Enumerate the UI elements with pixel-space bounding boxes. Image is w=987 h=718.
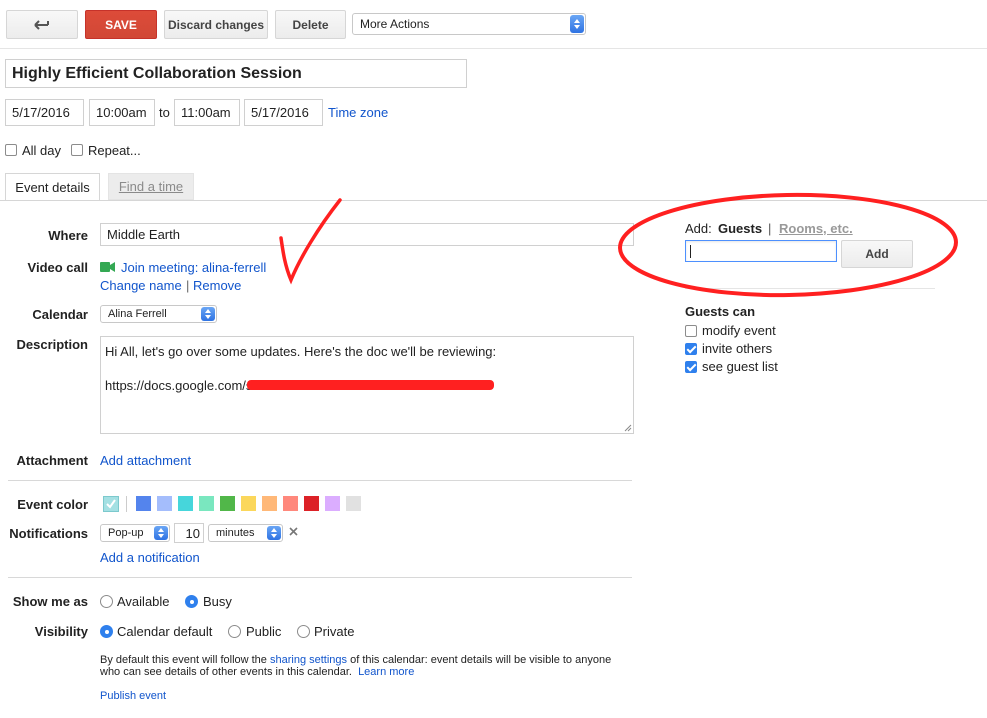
private-radio[interactable] [297, 625, 310, 638]
where-label: Where [48, 228, 88, 243]
color-swatch-8[interactable] [283, 496, 298, 511]
all-day-label: All day [22, 143, 62, 158]
show-me-as-label: Show me as [12, 594, 88, 609]
notifications-label: Notifications [9, 526, 88, 541]
busy-label: Busy [203, 594, 232, 609]
tab-find-a-time[interactable]: Find a time [108, 173, 194, 200]
public-label: Public [246, 624, 282, 639]
link-separator: | [186, 278, 190, 293]
rooms-tab[interactable]: Rooms, etc. [779, 221, 853, 236]
notification-value-input[interactable]: 10 [174, 523, 204, 543]
modify-event-checkbox[interactable] [685, 325, 697, 337]
description-line-2: https://docs.google.com/s [105, 378, 253, 393]
guests-can-label: Guests can [685, 304, 756, 319]
modify-event-label: modify event [702, 323, 776, 338]
tab-divider [0, 200, 987, 201]
back-arrow-icon [34, 19, 49, 30]
attachment-label: Attachment [16, 453, 88, 468]
change-name-link[interactable]: Change name [100, 278, 182, 293]
end-time-input[interactable]: 11:00am [174, 99, 240, 126]
description-line-1: Hi All, let's go over some updates. Here… [105, 344, 497, 359]
visibility-note-line-2: who can see details of other events in t… [100, 666, 415, 678]
remove-video-link[interactable]: Remove [193, 278, 241, 293]
color-swatch-9[interactable] [304, 496, 319, 511]
public-radio[interactable] [228, 625, 241, 638]
where-input[interactable]: Middle Earth [100, 223, 634, 246]
notification-type-select[interactable]: Pop-up [100, 524, 170, 542]
guest-input-cursor [690, 245, 691, 258]
add-guests-label: Add: [685, 221, 712, 236]
see-guest-list-checkbox[interactable] [685, 361, 697, 373]
redaction-scribble [247, 380, 494, 390]
description-label: Description [16, 337, 88, 352]
event-title-input[interactable]: Highly Efficient Collaboration Session [5, 59, 467, 88]
available-label: Available [117, 594, 170, 609]
select-arrows-icon [154, 526, 168, 540]
visibility-note: By default this event will follow the sh… [100, 654, 612, 666]
color-swatch-6[interactable] [241, 496, 256, 511]
invite-others-checkbox[interactable] [685, 343, 697, 355]
private-label: Private [314, 624, 355, 639]
select-arrows-icon [267, 526, 281, 540]
color-swatch-5[interactable] [220, 496, 235, 511]
start-time-input[interactable]: 10:00am [89, 99, 155, 126]
color-swatch-1[interactable] [136, 496, 151, 511]
video-camera-icon [100, 262, 115, 272]
color-swatch-7[interactable] [262, 496, 277, 511]
more-actions-select[interactable]: More Actions [352, 13, 586, 35]
checkmark-icon [106, 499, 116, 509]
time-zone-link[interactable]: Time zone [328, 105, 388, 120]
add-attachment-link[interactable]: Add attachment [100, 453, 191, 468]
discard-changes-button[interactable]: Discard changes [164, 10, 268, 39]
calendar-select[interactable]: Alina Ferrell [100, 305, 217, 323]
section-divider-2 [8, 577, 632, 578]
event-color-label: Event color [17, 497, 88, 512]
busy-radio[interactable] [185, 595, 198, 608]
section-divider-1 [8, 480, 632, 481]
guests-tab[interactable]: Guests [718, 221, 762, 236]
notification-unit-select[interactable]: minutes [208, 524, 283, 542]
learn-more-link[interactable]: Learn more [358, 666, 414, 678]
color-swatch-4[interactable] [199, 496, 214, 511]
add-notification-link[interactable]: Add a notification [100, 550, 200, 565]
select-arrows-icon [201, 307, 215, 321]
more-actions-label: More Actions [360, 17, 430, 31]
start-date-input[interactable]: 5/17/2016 [5, 99, 84, 126]
publish-event-link[interactable]: Publish event [100, 690, 166, 702]
calendar-label: Calendar [32, 307, 88, 322]
visibility-label: Visibility [34, 624, 88, 639]
select-arrows-icon [570, 15, 584, 33]
calendar-default-label: Calendar default [117, 624, 213, 639]
all-day-checkbox[interactable] [5, 144, 17, 156]
resize-handle-icon[interactable] [624, 424, 632, 432]
close-icon[interactable] [289, 527, 298, 536]
color-swatch-10[interactable] [325, 496, 340, 511]
add-guest-button[interactable]: Add [841, 240, 913, 268]
repeat-label: Repeat... [88, 143, 141, 158]
save-button[interactable]: SAVE [85, 10, 157, 39]
sharing-settings-link[interactable]: sharing settings [270, 654, 347, 666]
video-call-label: Video call [27, 260, 88, 275]
join-meeting-link[interactable]: Join meeting: alina-ferrell [121, 260, 266, 275]
back-button[interactable] [6, 10, 78, 39]
available-radio[interactable] [100, 595, 113, 608]
toolbar-divider [0, 48, 987, 49]
repeat-checkbox[interactable] [71, 144, 83, 156]
guest-input[interactable] [685, 240, 837, 262]
description-textarea[interactable]: Hi All, let's go over some updates. Here… [100, 336, 634, 434]
invite-others-label: invite others [702, 341, 773, 356]
guests-divider [685, 288, 935, 289]
color-swatch-2[interactable] [157, 496, 172, 511]
guests-tab-separator: | [768, 221, 772, 236]
color-separator [126, 496, 127, 512]
to-label: to [159, 105, 170, 120]
tab-event-details[interactable]: Event details [5, 173, 100, 201]
delete-button[interactable]: Delete [275, 10, 346, 39]
end-date-input[interactable]: 5/17/2016 [244, 99, 323, 126]
calendar-default-radio[interactable] [100, 625, 113, 638]
event-color-selected[interactable] [103, 496, 119, 512]
see-guest-list-label: see guest list [702, 359, 778, 374]
color-swatch-11[interactable] [346, 496, 361, 511]
color-swatch-3[interactable] [178, 496, 193, 511]
